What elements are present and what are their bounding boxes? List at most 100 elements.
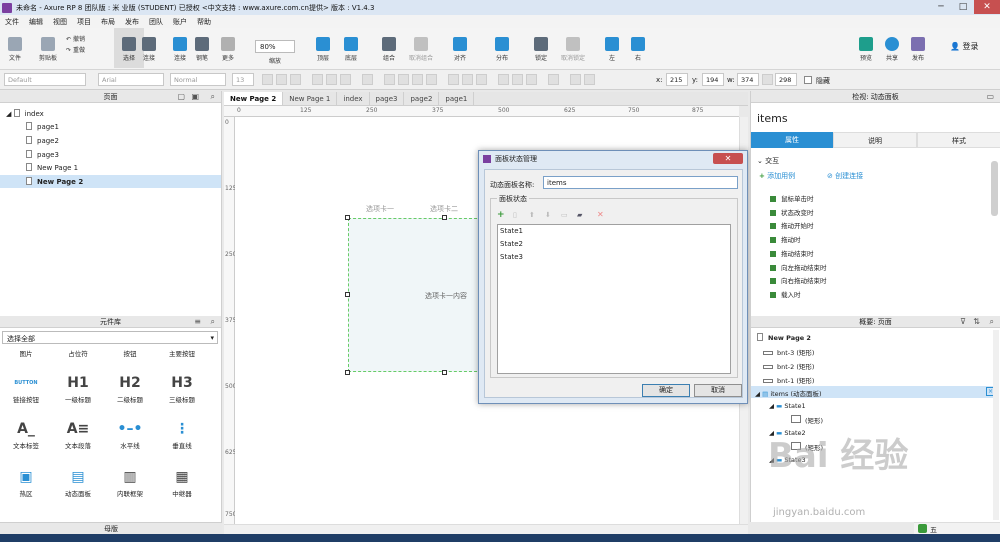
- distribute-button[interactable]: 分布: [490, 28, 514, 62]
- undo-button[interactable]: ↶ 撤销: [66, 34, 100, 43]
- event-on-swipe-left[interactable]: 向左拖动结束时: [770, 262, 827, 272]
- menu-icon[interactable]: ≡: [194, 316, 201, 328]
- event-on-drag-start[interactable]: 拖动开始时: [770, 220, 814, 230]
- tab-page3[interactable]: page3: [370, 92, 405, 105]
- menu-file[interactable]: 文件: [5, 17, 19, 27]
- menu-help[interactable]: 帮助: [197, 17, 211, 27]
- connect-button[interactable]: 连接: [138, 28, 160, 62]
- dialog-close-button[interactable]: ✕: [713, 153, 743, 164]
- login-button[interactable]: 👤 登录: [950, 41, 979, 52]
- send-to-back-button[interactable]: 底层: [340, 28, 362, 62]
- masters-panel-header[interactable]: 母版: [0, 522, 222, 534]
- resize-handle[interactable]: [442, 370, 447, 375]
- widget-link-button[interactable]: BUTTON 链接按钮: [4, 372, 48, 404]
- page-item-page2[interactable]: page2: [26, 136, 59, 145]
- widget-h2[interactable]: H2 二级标题: [108, 372, 152, 404]
- style-select[interactable]: Default: [4, 73, 86, 86]
- tab-properties[interactable]: 属性: [751, 132, 833, 148]
- valign-bottom-icon[interactable]: [476, 74, 487, 85]
- redo-button[interactable]: ↷ 重做: [66, 45, 100, 54]
- page-item-page3[interactable]: page3: [26, 150, 59, 159]
- widget-image[interactable]: 图片: [4, 348, 48, 358]
- outline-item-state1[interactable]: ◢ ▬ State1: [769, 402, 806, 410]
- event-on-drag-drop[interactable]: 拖动结束时: [770, 248, 814, 258]
- outline-scrollbar[interactable]: [993, 330, 999, 520]
- h-lock-icon[interactable]: [762, 74, 773, 85]
- tab-index[interactable]: index: [337, 92, 370, 105]
- left-button[interactable]: 左: [602, 28, 622, 62]
- canvas-horizontal-scrollbar[interactable]: [224, 524, 748, 534]
- group-button[interactable]: 组合: [378, 28, 400, 62]
- cancel-button[interactable]: 取消: [694, 384, 742, 397]
- collapse-panel-icon[interactable]: ▭: [986, 91, 994, 103]
- widget-dynamic-panel[interactable]: ▤ 动态面板: [56, 466, 100, 498]
- widget-button[interactable]: 按钮: [108, 348, 152, 358]
- copy-state-icon[interactable]: ▯: [513, 211, 517, 219]
- hidden-checkbox[interactable]: [804, 76, 812, 84]
- unlock-button[interactable]: 取消锁定: [556, 28, 590, 62]
- edit-all-states-icon[interactable]: ▰: [577, 211, 582, 219]
- menu-edit[interactable]: 编辑: [29, 17, 43, 27]
- outline-item-bnt-3[interactable]: bnt-3 (矩形): [763, 347, 814, 357]
- menu-team[interactable]: 团队: [149, 17, 163, 27]
- arrow-style-icon[interactable]: [548, 74, 559, 85]
- add-page-icon[interactable]: ▢: [177, 91, 185, 103]
- panel-name-input[interactable]: items: [543, 176, 738, 189]
- tab-notes[interactable]: 说明: [833, 132, 917, 148]
- tab-new-page-1[interactable]: New Page 1: [283, 92, 338, 105]
- interactions-section[interactable]: ⌄ 交互: [757, 156, 779, 166]
- page-item-page1[interactable]: page1: [26, 122, 59, 131]
- font-select[interactable]: Arial: [98, 73, 164, 86]
- tab-style[interactable]: 样式: [917, 132, 1000, 148]
- clipboard-button[interactable]: 剪贴板: [34, 28, 62, 62]
- fill-color-icon[interactable]: [326, 74, 337, 85]
- widget-horizontal-line[interactable]: •–• 水平线: [108, 418, 152, 450]
- pen-button[interactable]: 钢笔: [192, 28, 212, 62]
- widget-h3[interactable]: H3 三级标题: [160, 372, 204, 404]
- inspector-scrollbar[interactable]: [991, 161, 998, 216]
- outline-item-bnt-2[interactable]: bnt-2 (矩形): [763, 361, 814, 371]
- page-item-new-page-2[interactable]: New Page 2: [0, 175, 221, 188]
- valign-top-icon[interactable]: [448, 74, 459, 85]
- align-justify-icon[interactable]: [426, 74, 437, 85]
- x-field[interactable]: 215: [666, 73, 688, 86]
- align-left-icon[interactable]: [384, 74, 395, 85]
- valign-middle-icon[interactable]: [462, 74, 473, 85]
- widget-name-field[interactable]: items: [757, 112, 788, 125]
- italic-icon[interactable]: [276, 74, 287, 85]
- preview-button[interactable]: 预览: [855, 28, 877, 62]
- outline-item-bnt-1[interactable]: bnt-1 (矩形): [763, 375, 814, 385]
- ok-button[interactable]: 确定: [642, 384, 690, 397]
- widget-placeholder[interactable]: 占位符: [56, 348, 100, 358]
- lock-button[interactable]: 锁定: [530, 28, 552, 62]
- border-icon[interactable]: [498, 74, 509, 85]
- state-item-3[interactable]: State3: [500, 253, 523, 261]
- canvas-tab-label-1[interactable]: 选项卡一: [366, 204, 394, 214]
- create-link-link[interactable]: ⊘ 创建连接: [827, 171, 863, 181]
- widget-text-label[interactable]: A_ 文本标签: [4, 418, 48, 450]
- more-button[interactable]: 更多: [218, 28, 238, 62]
- add-folder-icon[interactable]: ▣: [191, 91, 199, 103]
- font-color-icon[interactable]: [312, 74, 323, 85]
- move-up-icon[interactable]: ⬆: [529, 211, 535, 219]
- line-color-icon[interactable]: [340, 74, 351, 85]
- page-item-index[interactable]: ◢ index: [6, 109, 44, 118]
- event-on-swipe-right[interactable]: 向右拖动结束时: [770, 275, 827, 285]
- opacity-icon[interactable]: [584, 74, 595, 85]
- maximize-button[interactable]: □: [952, 0, 974, 14]
- widget-hotspot[interactable]: ▣ 热区: [4, 466, 48, 498]
- state-item-2[interactable]: State2: [500, 240, 523, 248]
- zoom-select[interactable]: 80%: [255, 40, 295, 53]
- resize-handle[interactable]: [442, 215, 447, 220]
- state-item-1[interactable]: State1: [500, 227, 523, 235]
- canvas-tab-label-2[interactable]: 选项卡二: [430, 204, 458, 214]
- resize-handle[interactable]: [345, 370, 350, 375]
- event-on-click[interactable]: 鼠标单击时: [770, 193, 814, 203]
- align-center-icon[interactable]: [398, 74, 409, 85]
- widget-repeater[interactable]: ▦ 中继器: [160, 466, 204, 498]
- move-down-icon[interactable]: ⬇: [545, 211, 551, 219]
- line-width-icon[interactable]: [512, 74, 523, 85]
- widget-text-paragraph[interactable]: A≡ 文本段落: [56, 418, 100, 450]
- outline-item-rect-1[interactable]: (矩形): [791, 415, 823, 425]
- minimize-button[interactable]: ─: [930, 0, 952, 14]
